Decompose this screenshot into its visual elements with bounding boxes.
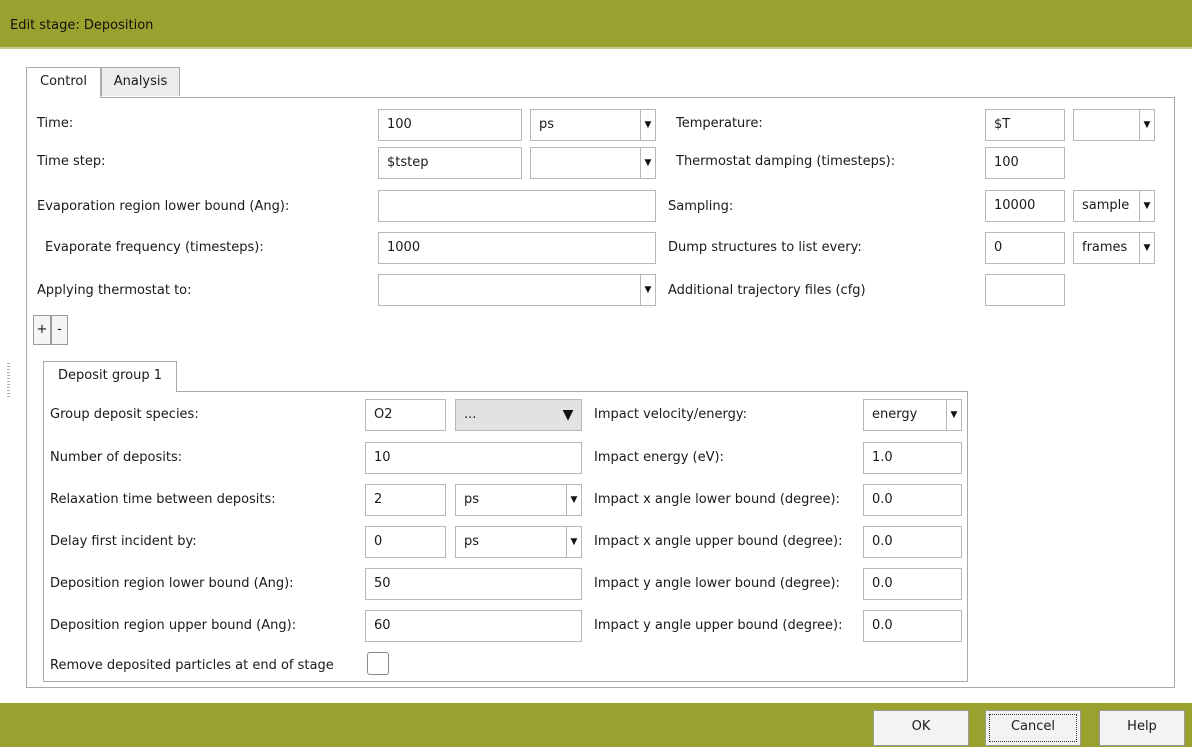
temperature-label: Temperature: [676, 116, 763, 131]
y-angle-upper-input[interactable]: 0.0 [863, 610, 962, 642]
time-step-input[interactable]: $tstep [378, 147, 522, 179]
y-angle-lower-input[interactable]: 0.0 [863, 568, 962, 600]
time-step-label: Time step: [37, 154, 106, 169]
time-input[interactable]: 100 [378, 109, 522, 141]
sampling-unit-value: sample [1082, 198, 1130, 213]
impact-energy-label: Impact energy (eV): [594, 450, 724, 465]
sampling-label: Sampling: [668, 199, 734, 214]
chevron-down-icon: ▼ [1139, 233, 1154, 263]
traj-files-input[interactable] [985, 274, 1065, 306]
chevron-down-icon: ▼ [1139, 191, 1154, 221]
region-upper-label: Deposition region upper bound (Ang): [50, 618, 297, 633]
chevron-down-icon: ▼ [566, 485, 581, 515]
chevron-down-icon: ▼ [566, 527, 581, 557]
evap-lower-input[interactable] [378, 190, 656, 222]
add-group-button[interactable]: + [33, 315, 51, 345]
title-divider [0, 47, 1192, 49]
thermostat-damping-input[interactable]: 100 [985, 147, 1065, 179]
evap-freq-input[interactable]: 1000 [378, 232, 656, 264]
thermostat-damping-label: Thermostat damping (timesteps): [676, 154, 896, 169]
x-angle-lower-label: Impact x angle lower bound (degree): [594, 492, 840, 507]
dump-input[interactable]: 0 [985, 232, 1065, 264]
impact-mode-label: Impact velocity/energy: [594, 407, 748, 422]
chevron-down-icon: ▼ [946, 400, 961, 430]
resize-handle[interactable] [7, 363, 10, 399]
delay-label: Delay first incident by: [50, 534, 197, 549]
thermostat-apply-label: Applying thermostat to: [37, 283, 192, 298]
time-unit-value: ps [539, 117, 555, 132]
region-upper-input[interactable]: 60 [365, 610, 582, 642]
remove-particles-label: Remove deposited particles at end of sta… [50, 658, 334, 673]
delay-input[interactable]: 0 [365, 526, 446, 558]
temperature-input[interactable]: $T [985, 109, 1065, 141]
ok-button[interactable]: OK [873, 710, 969, 746]
x-angle-upper-label: Impact x angle upper bound (degree): [594, 534, 843, 549]
tab-control[interactable]: Control [26, 67, 101, 98]
delay-unit-select[interactable]: ps ▼ [455, 526, 582, 558]
relaxation-unit-select[interactable]: ps ▼ [455, 484, 582, 516]
tab-analysis[interactable]: Analysis [101, 67, 180, 96]
time-step-unit-select[interactable]: ▼ [530, 147, 656, 179]
species-option: ... [464, 407, 477, 422]
time-unit-select[interactable]: ps ▼ [530, 109, 656, 141]
x-angle-upper-input[interactable]: 0.0 [863, 526, 962, 558]
delay-unit-value: ps [464, 534, 480, 549]
help-button[interactable]: Help [1099, 710, 1185, 746]
y-angle-lower-label: Impact y angle lower bound (degree): [594, 576, 840, 591]
impact-energy-input[interactable]: 1.0 [863, 442, 962, 474]
relaxation-unit-value: ps [464, 492, 480, 507]
y-angle-upper-label: Impact y angle upper bound (degree): [594, 618, 843, 633]
dump-unit-value: frames [1082, 240, 1128, 255]
remove-group-button[interactable]: - [51, 315, 68, 345]
window-title: Edit stage: Deposition [10, 18, 154, 33]
relaxation-label: Relaxation time between deposits: [50, 492, 276, 507]
species-select[interactable]: ... ▼ [455, 399, 582, 431]
relaxation-input[interactable]: 2 [365, 484, 446, 516]
species-input[interactable]: O2 [365, 399, 446, 431]
evap-freq-label: Evaporate frequency (timesteps): [45, 240, 264, 255]
sampling-input[interactable]: 10000 [985, 190, 1065, 222]
chevron-down-icon: ▼ [640, 148, 655, 178]
chevron-down-icon: ▼ [1139, 110, 1154, 140]
num-deposits-label: Number of deposits: [50, 450, 183, 465]
remove-particles-checkbox[interactable] [367, 652, 389, 675]
impact-mode-value: energy [872, 407, 918, 422]
region-lower-input[interactable]: 50 [365, 568, 582, 600]
title-bar: Edit stage: Deposition [0, 0, 1192, 47]
tab-deposit-group-1[interactable]: Deposit group 1 [43, 361, 177, 392]
traj-files-label: Additional trajectory files (cfg) [668, 283, 866, 298]
chevron-down-icon: ▼ [640, 275, 655, 305]
species-label: Group deposit species: [50, 407, 199, 422]
dump-label: Dump structures to list every: [668, 240, 862, 255]
sampling-unit-select[interactable]: sample ▼ [1073, 190, 1155, 222]
x-angle-lower-input[interactable]: 0.0 [863, 484, 962, 516]
chevron-down-icon: ▼ [562, 407, 574, 423]
temperature-unit-select[interactable]: ▼ [1073, 109, 1155, 141]
impact-mode-select[interactable]: energy ▼ [863, 399, 962, 431]
num-deposits-input[interactable]: 10 [365, 442, 582, 474]
thermostat-apply-select[interactable]: ▼ [378, 274, 656, 306]
cancel-button[interactable]: Cancel [985, 710, 1081, 746]
dump-unit-select[interactable]: frames ▼ [1073, 232, 1155, 264]
time-label: Time: [37, 116, 74, 131]
region-lower-label: Deposition region lower bound (Ang): [50, 576, 294, 591]
chevron-down-icon: ▼ [640, 110, 655, 140]
evap-lower-label: Evaporation region lower bound (Ang): [37, 199, 290, 214]
